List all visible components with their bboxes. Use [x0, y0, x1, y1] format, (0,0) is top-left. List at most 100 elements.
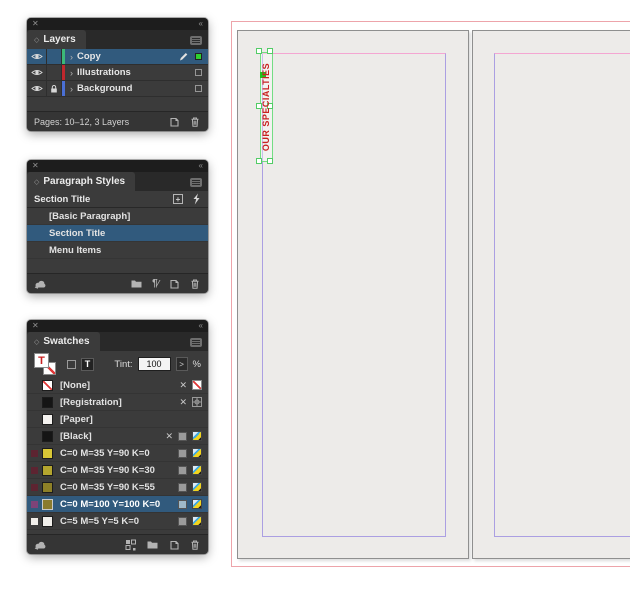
spot-process-icon	[178, 432, 187, 441]
clear-overrides-icon[interactable]: ¶⁄	[152, 278, 159, 289]
style-row-menu-items[interactable]: Menu Items	[27, 242, 208, 259]
cmyk-mode-icon	[192, 482, 202, 492]
visibility-eye-icon[interactable]	[27, 81, 47, 96]
swatch-chip-none	[42, 380, 53, 391]
panel-menu-icon[interactable]	[190, 338, 202, 347]
close-icon[interactable]: ✕	[32, 322, 39, 330]
style-row-basic-paragraph[interactable]: [Basic Paragraph]	[27, 208, 208, 225]
layer-row-background[interactable]: › Background	[27, 81, 208, 97]
selection-proxy-icon[interactable]	[195, 53, 202, 60]
noneditable-cross-icon: ✕	[165, 432, 173, 441]
panel-cycle-icon: ◇	[34, 36, 39, 44]
pencil-icon	[178, 49, 189, 64]
swatch-name: C=5 M=5 Y=5 K=0	[53, 516, 139, 527]
expand-chevron-icon[interactable]: ›	[70, 52, 73, 62]
cmyk-mode-icon	[192, 448, 202, 458]
swatch-views-icon[interactable]	[125, 539, 137, 551]
expand-chevron-icon[interactable]: ›	[70, 68, 73, 78]
visibility-eye-icon[interactable]	[27, 49, 47, 64]
style-row-section-title[interactable]: Section Title	[27, 225, 208, 242]
fill-stroke-proxy[interactable]: T	[34, 353, 56, 375]
override-plus-icon[interactable]: +	[173, 194, 183, 204]
style-group-folder-icon[interactable]	[130, 278, 143, 289]
collapse-icon[interactable]: «	[199, 20, 203, 28]
lock-icon[interactable]	[47, 81, 62, 96]
swatch-name: C=0 M=35 Y=90 K=55	[53, 482, 155, 493]
panel-menu-icon[interactable]	[190, 36, 202, 45]
cc-libraries-cloud-icon[interactable]	[34, 278, 48, 289]
swatch-chip	[42, 499, 53, 510]
swatch-name: [Registration]	[53, 397, 122, 408]
swatch-row-light-gray[interactable]: C=5 M=5 Y=5 K=0	[27, 513, 208, 530]
swatch-minichip	[31, 484, 38, 491]
tab-layers-label: Layers	[43, 34, 75, 45]
layer-row-illustrations[interactable]: › Illustrations	[27, 65, 208, 81]
tab-swatches[interactable]: ◇ Swatches	[27, 332, 100, 351]
registration-icon	[192, 397, 202, 407]
swatch-name: [Black]	[53, 431, 92, 442]
swatch-row-yellow-2[interactable]: C=0 M=35 Y=90 K=30	[27, 462, 208, 479]
trash-icon[interactable]	[189, 539, 201, 551]
swatch-chip	[42, 448, 53, 459]
close-icon[interactable]: ✕	[32, 20, 39, 28]
frame-handle-top-left[interactable]	[256, 48, 262, 54]
quick-apply-lightning-icon[interactable]	[192, 193, 201, 205]
frame-handle-bottom-right[interactable]	[267, 158, 273, 164]
tint-dropdown-icon[interactable]: >	[176, 357, 188, 371]
new-color-group-folder-icon[interactable]	[146, 539, 159, 550]
cc-libraries-cloud-icon[interactable]	[34, 539, 48, 550]
swatches-tabrow: ◇ Swatches	[27, 332, 208, 351]
swatch-row-red-selected[interactable]: C=0 M=100 Y=100 K=0	[27, 496, 208, 513]
close-icon[interactable]: ✕	[32, 162, 39, 170]
trash-icon[interactable]	[189, 278, 201, 290]
swatch-row-yellow-3[interactable]: C=0 M=35 Y=90 K=55	[27, 479, 208, 496]
formatting-affects-container-icon[interactable]	[67, 360, 76, 369]
noneditable-cross-icon: ✕	[179, 398, 187, 407]
swatch-row-registration[interactable]: [Registration] ✕	[27, 394, 208, 411]
swatch-row-yellow-1[interactable]: C=0 M=35 Y=90 K=0	[27, 445, 208, 462]
pstyles-tabrow: ◇ Paragraph Styles	[27, 172, 208, 191]
collapse-icon[interactable]: «	[199, 162, 203, 170]
swatch-chip	[42, 482, 53, 493]
layer-name: Illustrations	[77, 67, 131, 78]
new-swatch-icon[interactable]	[168, 539, 180, 551]
style-name: Menu Items	[49, 245, 101, 256]
layer-row-copy[interactable]: › Copy	[27, 49, 208, 65]
spot-process-icon	[178, 449, 187, 458]
expand-chevron-icon[interactable]: ›	[70, 84, 73, 94]
indesign-workspace: OUR SPECIALTIES ✕ « ◇ Layers › Copy	[0, 0, 630, 589]
lock-toggle-cell[interactable]	[47, 65, 62, 80]
swatch-chip	[42, 431, 53, 442]
cmyk-mode-icon	[192, 465, 202, 475]
frame-handle-bottom-left[interactable]	[256, 158, 262, 164]
tab-paragraph-styles-label: Paragraph Styles	[43, 176, 125, 187]
current-style-row: Section Title +	[27, 191, 208, 208]
visibility-eye-icon[interactable]	[27, 65, 47, 80]
spot-process-icon	[178, 517, 187, 526]
layer-name: Copy	[77, 51, 101, 62]
swatch-row-none[interactable]: [None] ✕	[27, 377, 208, 394]
swatch-name: C=0 M=35 Y=90 K=30	[53, 465, 155, 476]
swatch-row-paper[interactable]: [Paper]	[27, 411, 208, 428]
collapse-icon[interactable]: «	[199, 322, 203, 330]
new-layer-icon[interactable]	[168, 116, 180, 128]
lock-toggle-cell[interactable]	[47, 49, 62, 64]
selection-proxy-icon[interactable]	[195, 85, 202, 92]
selection-proxy-icon[interactable]	[195, 69, 202, 76]
formatting-affects-text-icon[interactable]: T	[81, 358, 94, 371]
tab-paragraph-styles[interactable]: ◇ Paragraph Styles	[27, 172, 135, 191]
new-style-icon[interactable]	[168, 278, 180, 290]
swatch-minichip	[31, 450, 38, 457]
tab-swatches-label: Swatches	[43, 336, 89, 347]
tint-input[interactable]	[138, 357, 171, 371]
frame-handle-top-right[interactable]	[267, 48, 273, 54]
margin-guides-right	[494, 53, 630, 537]
tab-layers[interactable]: ◇ Layers	[27, 30, 86, 49]
swatch-minichip	[31, 501, 38, 508]
panel-menu-icon[interactable]	[190, 178, 202, 187]
text-fill-proxy-icon[interactable]: T	[34, 353, 49, 368]
cmyk-mode-icon	[192, 499, 202, 509]
swatch-row-black[interactable]: [Black] ✕	[27, 428, 208, 445]
trash-icon[interactable]	[189, 116, 201, 128]
layers-bottombar: Pages: 10–12, 3 Layers	[27, 111, 208, 131]
